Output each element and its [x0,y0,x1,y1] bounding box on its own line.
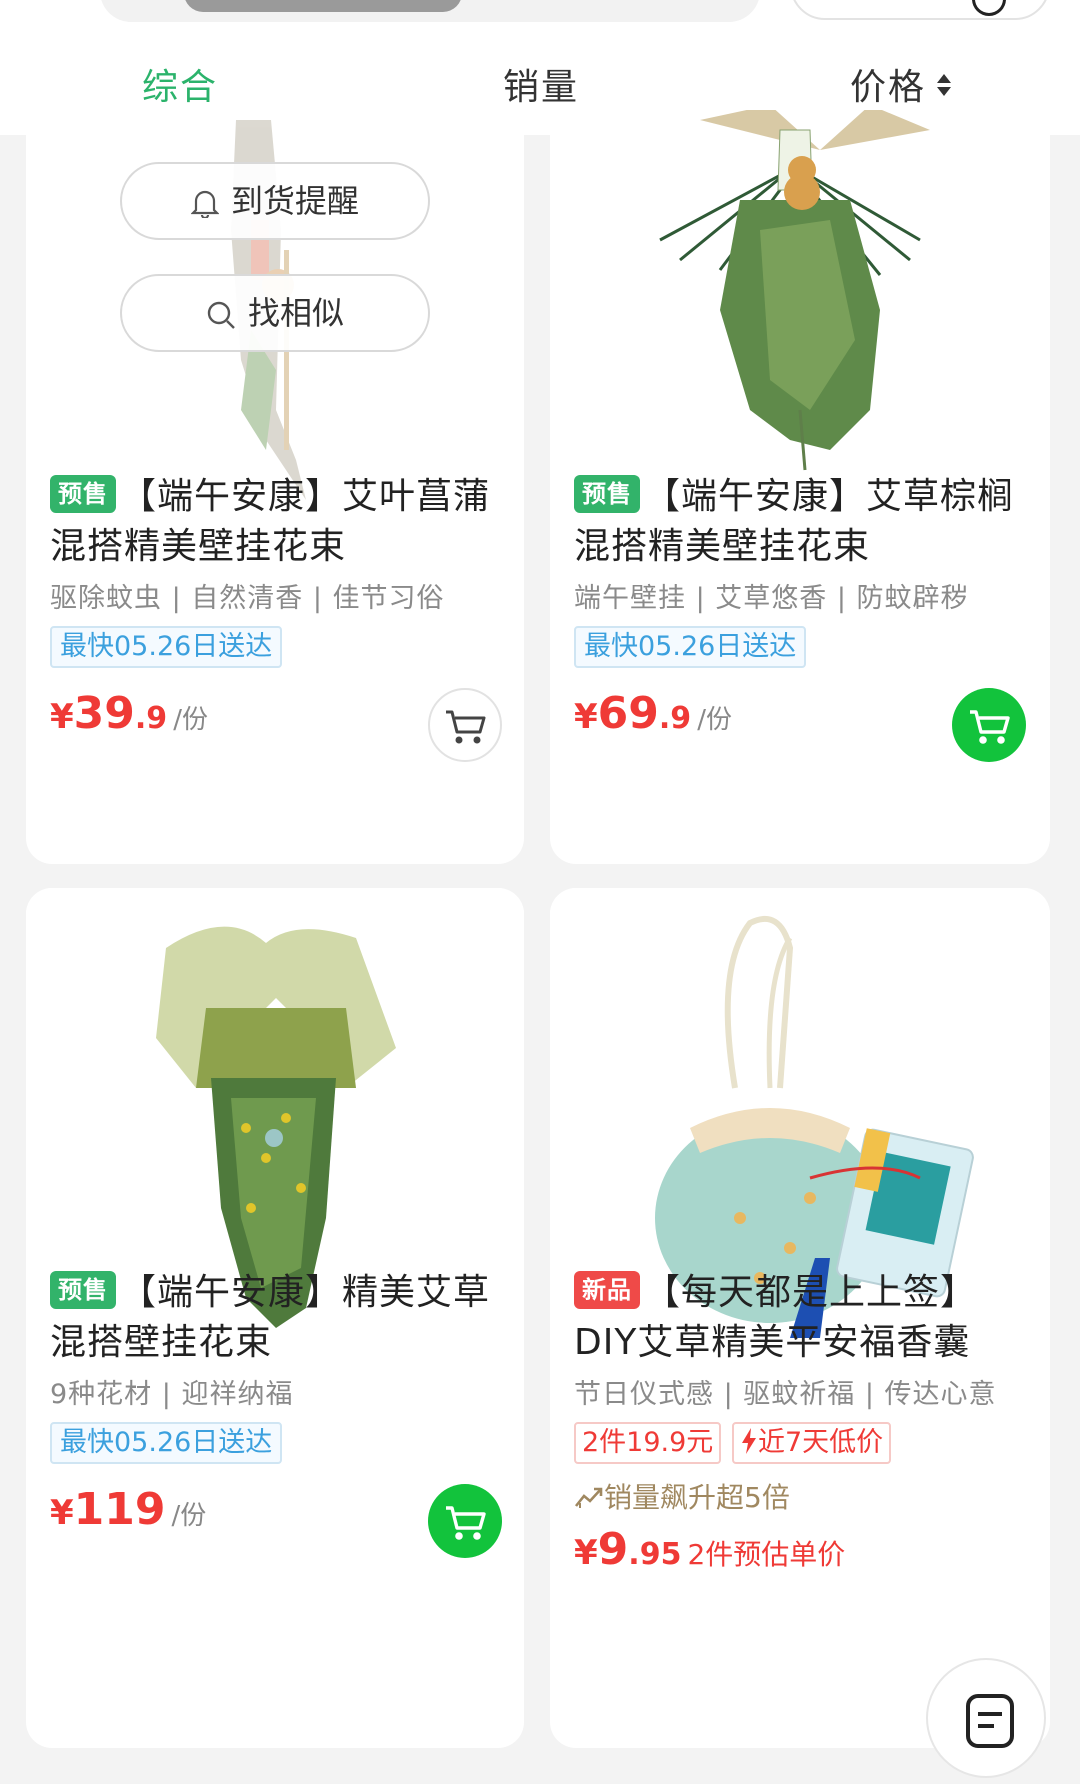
add-to-cart-button[interactable] [952,688,1026,762]
product-card[interactable]: 预售 【端午安康】精美艾草混搭壁挂花束 9种花材 | 迎祥纳福 最快05.26日送… [26,888,524,1748]
sort-tabs: 综合 销量 价格 [0,40,1080,120]
back-arrow-icon[interactable] [34,0,70,8]
sales-rising-indicator: 销量飙升超5倍 [574,1476,790,1516]
sales-rising-label: 销量飙升超5倍 [604,1481,790,1514]
estimated-unit-price-note: 2件预估单价 [687,1538,846,1571]
product-title-text: 【端午安康】艾叶菖蒲混搭精美壁挂花束 [50,476,491,567]
price-decimal: .9 [658,701,692,736]
add-to-cart-button[interactable] [428,688,502,762]
low-price-label: 近7天低价 [758,1427,884,1458]
price-decimal: .9 [134,701,168,736]
tab-sales[interactable]: 销量 [503,58,579,110]
currency-symbol: ¥ [574,1533,598,1573]
product-card[interactable]: 预售 【端午安康】艾草棕榈混搭精美壁挂花束 端午壁挂 | 艾草悠香 | 防蚊辟秽 … [550,110,1050,864]
bell-icon [190,190,219,218]
find-similar-label: 找相似 [247,294,344,332]
trend-up-icon [574,1487,603,1508]
price-unit: /份 [173,705,208,735]
product-card[interactable]: 到货提醒 找相似 预售 【端午安康】艾叶菖蒲混搭精美壁挂花束 驱除蚊虫 | 自然清… [26,110,524,864]
currency-symbol: ¥ [50,1493,74,1533]
delivery-tag: 最快05.26日送达 [50,626,283,668]
close-mini-program-icon[interactable] [972,0,1006,16]
product-title-text: 【端午安康】艾草棕榈混搭精美壁挂花束 [574,476,1015,567]
product-title[interactable]: 预售 【端午安康】精美艾草混搭壁挂花束 [50,1268,500,1368]
currency-symbol: ¥ [50,697,74,737]
notify-arrival-label: 到货提醒 [230,182,359,220]
product-image[interactable] [550,110,1050,510]
add-to-cart-button[interactable] [428,1484,502,1558]
presale-badge: 预售 [50,1271,116,1309]
presale-badge: 预售 [574,475,640,513]
tab-comprehensive[interactable]: 综合 [142,58,218,110]
product-title-text: 【端午安康】精美艾草混搭壁挂花束 [50,1272,491,1363]
price-integer: 9 [597,1524,629,1575]
lightning-icon [742,1428,756,1454]
cart-icon [970,710,1010,744]
product-price: ¥9.95 2件预估单价 [574,1524,845,1575]
delivery-tag: 最快05.26日送达 [574,626,807,668]
tab-price[interactable]: 价格 [850,58,926,110]
low-price-tag: 近7天低价 [732,1422,892,1464]
product-price: ¥69.9/份 [574,688,732,739]
price-unit: /份 [697,705,732,735]
notify-arrival-button[interactable]: 到货提醒 [120,162,430,240]
search-keyword-chip[interactable] [184,0,462,12]
bundle-price-tag: 2件19.9元 [574,1422,722,1464]
product-subtitle: 节日仪式感 | 驱蚊祈福 | 传达心意 [574,1379,997,1410]
price-integer: 39 [73,688,135,739]
search-icon [207,301,235,329]
list-icon [966,1694,1014,1748]
product-price: ¥39.9/份 [50,688,208,739]
currency-symbol: ¥ [574,697,598,737]
product-title[interactable]: 新品 【每天都是上上签】DIY艾草精美平安福香囊 [574,1268,1024,1368]
presale-badge: 预售 [50,475,116,513]
delivery-tag: 最快05.26日送达 [50,1422,283,1464]
floating-list-button[interactable] [926,1658,1046,1778]
new-product-badge: 新品 [574,1271,640,1309]
price-unit: /份 [171,1501,207,1531]
find-similar-button[interactable]: 找相似 [120,274,430,352]
cart-icon [446,1506,486,1540]
product-card[interactable]: 新品 【每天都是上上签】DIY艾草精美平安福香囊 节日仪式感 | 驱蚊祈福 | 传… [550,888,1050,1748]
price-decimal: .95 [628,1537,682,1572]
cart-icon [446,710,486,744]
sort-arrows-icon[interactable] [936,70,952,100]
capsule-menu[interactable] [790,0,1050,20]
product-subtitle: 9种花材 | 迎祥纳福 [50,1379,294,1410]
product-subtitle: 端午壁挂 | 艾草悠香 | 防蚊辟秽 [574,583,969,614]
product-title[interactable]: 预售 【端午安康】艾草棕榈混搭精美壁挂花束 [574,472,1024,572]
product-price: ¥119/份 [50,1484,206,1535]
price-integer: 69 [597,688,659,739]
product-subtitle: 驱除蚊虫 | 自然清香 | 佳节习俗 [50,583,445,614]
price-integer: 119 [73,1484,166,1535]
product-title[interactable]: 预售 【端午安康】艾叶菖蒲混搭精美壁挂花束 [50,472,500,572]
search-input[interactable] [100,0,760,22]
